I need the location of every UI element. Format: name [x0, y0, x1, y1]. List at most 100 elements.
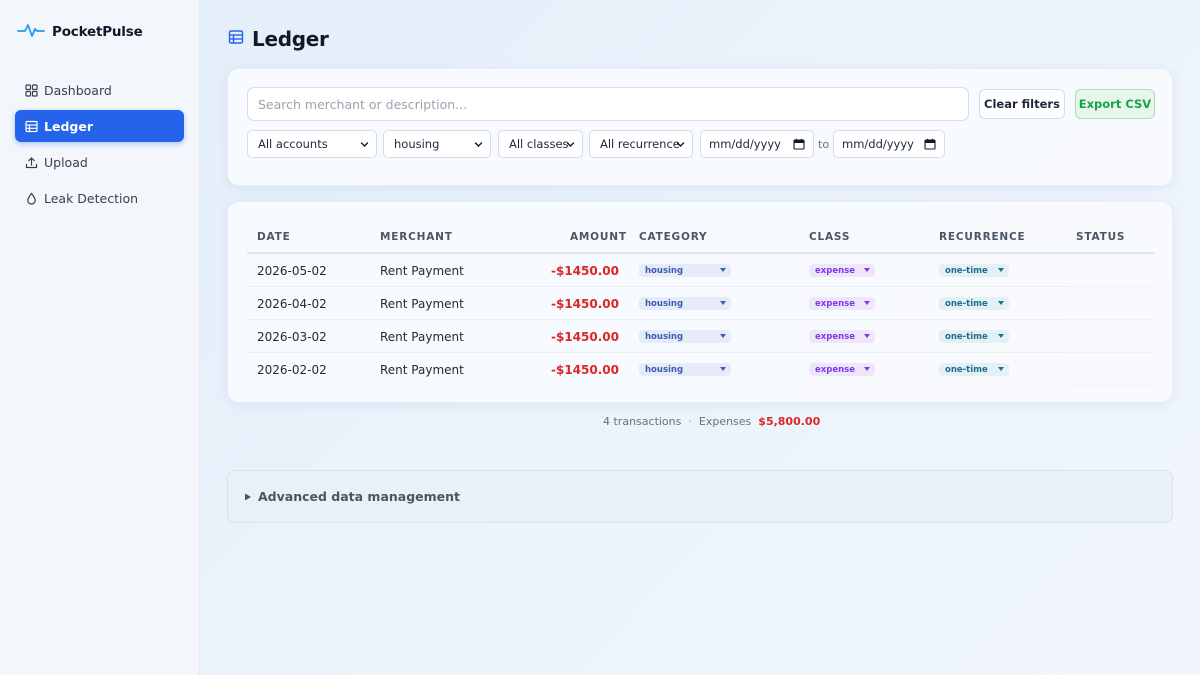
chevron-down-icon: [676, 142, 685, 147]
caret-down-icon: [720, 334, 726, 338]
recurrence-dropdown[interactable]: one-time: [939, 264, 1009, 277]
column-header-amount[interactable]: AMOUNT: [570, 231, 627, 243]
caret-down-icon: [998, 301, 1004, 305]
recurrence-value: one-time: [945, 364, 988, 375]
date-from-input[interactable]: mm/dd/yyyy: [700, 130, 814, 158]
chevron-down-icon: [360, 142, 369, 147]
transaction-count: 4 transactions: [603, 415, 682, 428]
class-value: expense: [815, 364, 855, 375]
class-dropdown[interactable]: expense: [809, 264, 875, 277]
row-amount: -$1450.00: [551, 363, 619, 377]
date-range-to-label: to: [818, 138, 830, 151]
upload-icon: [25, 156, 38, 169]
row-date: 2026-02-02: [257, 363, 327, 377]
export-csv-button[interactable]: Export CSV: [1075, 89, 1155, 119]
category-dropdown[interactable]: housing: [639, 297, 731, 310]
sidebar-nav: Dashboard Ledger Upload Leak Detection: [15, 74, 184, 218]
search-input[interactable]: [247, 87, 969, 121]
recurrence-dropdown[interactable]: one-time: [939, 297, 1009, 310]
brand[interactable]: PocketPulse: [17, 21, 143, 43]
category-select[interactable]: housing: [383, 130, 491, 158]
class-value: expense: [815, 265, 855, 276]
account-select-value: All accounts: [258, 137, 328, 151]
class-dropdown[interactable]: expense: [809, 297, 875, 310]
expenses-label: Expenses: [698, 415, 752, 428]
row-merchant: Rent Payment: [380, 363, 464, 377]
caret-down-icon: [864, 367, 870, 371]
column-header-category[interactable]: CATEGORY: [639, 231, 707, 243]
row-date: 2026-05-02: [257, 264, 327, 278]
column-header-class[interactable]: CLASS: [809, 231, 850, 243]
row-status: [1067, 320, 1155, 353]
caret-down-icon: [720, 301, 726, 305]
recurrence-value: one-time: [945, 331, 988, 342]
page-title: Ledger: [228, 27, 329, 51]
sidebar-item-label: Ledger: [44, 118, 93, 134]
recurrence-dropdown[interactable]: one-time: [939, 330, 1009, 343]
recurrence-select-value: All recurrence: [600, 137, 680, 151]
class-value: expense: [815, 298, 855, 309]
sidebar-item-dashboard[interactable]: Dashboard: [15, 74, 184, 106]
sidebar: PocketPulse Dashboard Ledger Upload Leak…: [0, 0, 200, 675]
category-dropdown[interactable]: housing: [639, 264, 731, 277]
category-dropdown[interactable]: housing: [639, 363, 731, 376]
column-header-status[interactable]: STATUS: [1076, 231, 1125, 243]
date-to-value: mm/dd/yyyy: [842, 137, 914, 151]
app-name: PocketPulse: [52, 24, 143, 40]
sidebar-item-label: Dashboard: [44, 82, 112, 98]
row-status: [1067, 254, 1155, 287]
category-value: housing: [645, 364, 684, 375]
date-from-value: mm/dd/yyyy: [709, 137, 781, 151]
sidebar-item-upload[interactable]: Upload: [15, 146, 184, 178]
table-summary: 4 transactions · Expenses $5,800.00: [603, 415, 820, 428]
column-header-recurrence[interactable]: RECURRENCE: [939, 231, 1026, 243]
class-dropdown[interactable]: expense: [809, 363, 875, 376]
category-value: housing: [645, 265, 684, 276]
row-amount: -$1450.00: [551, 297, 619, 311]
recurrence-value: one-time: [945, 265, 988, 276]
sidebar-item-label: Leak Detection: [44, 190, 139, 206]
table-icon: [228, 29, 244, 49]
row-amount: -$1450.00: [551, 264, 619, 278]
caret-down-icon: [864, 268, 870, 272]
column-header-merchant[interactable]: MERCHANT: [380, 231, 453, 243]
filters-card: Clear filters Export CSV All accounts ho…: [227, 68, 1173, 186]
column-header-date[interactable]: DATE: [257, 231, 291, 243]
account-select[interactable]: All accounts: [247, 130, 377, 158]
table-row[interactable]: 2026-03-02 Rent Payment -$1450.00 housin…: [247, 320, 1155, 353]
calendar-icon: [924, 138, 936, 150]
caret-down-icon: [864, 334, 870, 338]
summary-separator: ·: [688, 415, 692, 428]
recurrence-value: one-time: [945, 298, 988, 309]
category-value: housing: [645, 331, 684, 342]
droplet-icon: [25, 192, 38, 205]
category-value: housing: [645, 298, 684, 309]
caret-down-icon: [720, 367, 726, 371]
page-heading: Ledger: [252, 27, 329, 51]
recurrence-select[interactable]: All recurrence: [589, 130, 693, 158]
table-row[interactable]: 2026-02-02 Rent Payment -$1450.00 housin…: [247, 353, 1155, 386]
sidebar-item-ledger[interactable]: Ledger: [15, 110, 184, 142]
advanced-label: Advanced data management: [258, 489, 461, 504]
sidebar-item-leak-detection[interactable]: Leak Detection: [15, 182, 184, 214]
table-row[interactable]: 2026-05-02 Rent Payment -$1450.00 housin…: [247, 254, 1155, 287]
row-merchant: Rent Payment: [380, 264, 464, 278]
recurrence-dropdown[interactable]: one-time: [939, 363, 1009, 376]
clear-filters-button[interactable]: Clear filters: [979, 89, 1065, 119]
class-dropdown[interactable]: expense: [809, 330, 875, 343]
caret-right-icon: [245, 493, 251, 500]
chevron-down-icon: [474, 142, 483, 147]
category-dropdown[interactable]: housing: [639, 330, 731, 343]
row-merchant: Rent Payment: [380, 297, 464, 311]
row-status: [1067, 353, 1155, 386]
row-status: [1067, 287, 1155, 320]
date-to-input[interactable]: mm/dd/yyyy: [833, 130, 945, 158]
caret-down-icon: [998, 268, 1004, 272]
caret-down-icon: [720, 268, 726, 272]
class-value: expense: [815, 331, 855, 342]
advanced-data-management-toggle[interactable]: Advanced data management: [227, 470, 1173, 523]
caret-down-icon: [998, 367, 1004, 371]
class-select[interactable]: All classes: [498, 130, 583, 158]
table-row[interactable]: 2026-04-02 Rent Payment -$1450.00 housin…: [247, 287, 1155, 320]
table-icon: [25, 120, 38, 133]
